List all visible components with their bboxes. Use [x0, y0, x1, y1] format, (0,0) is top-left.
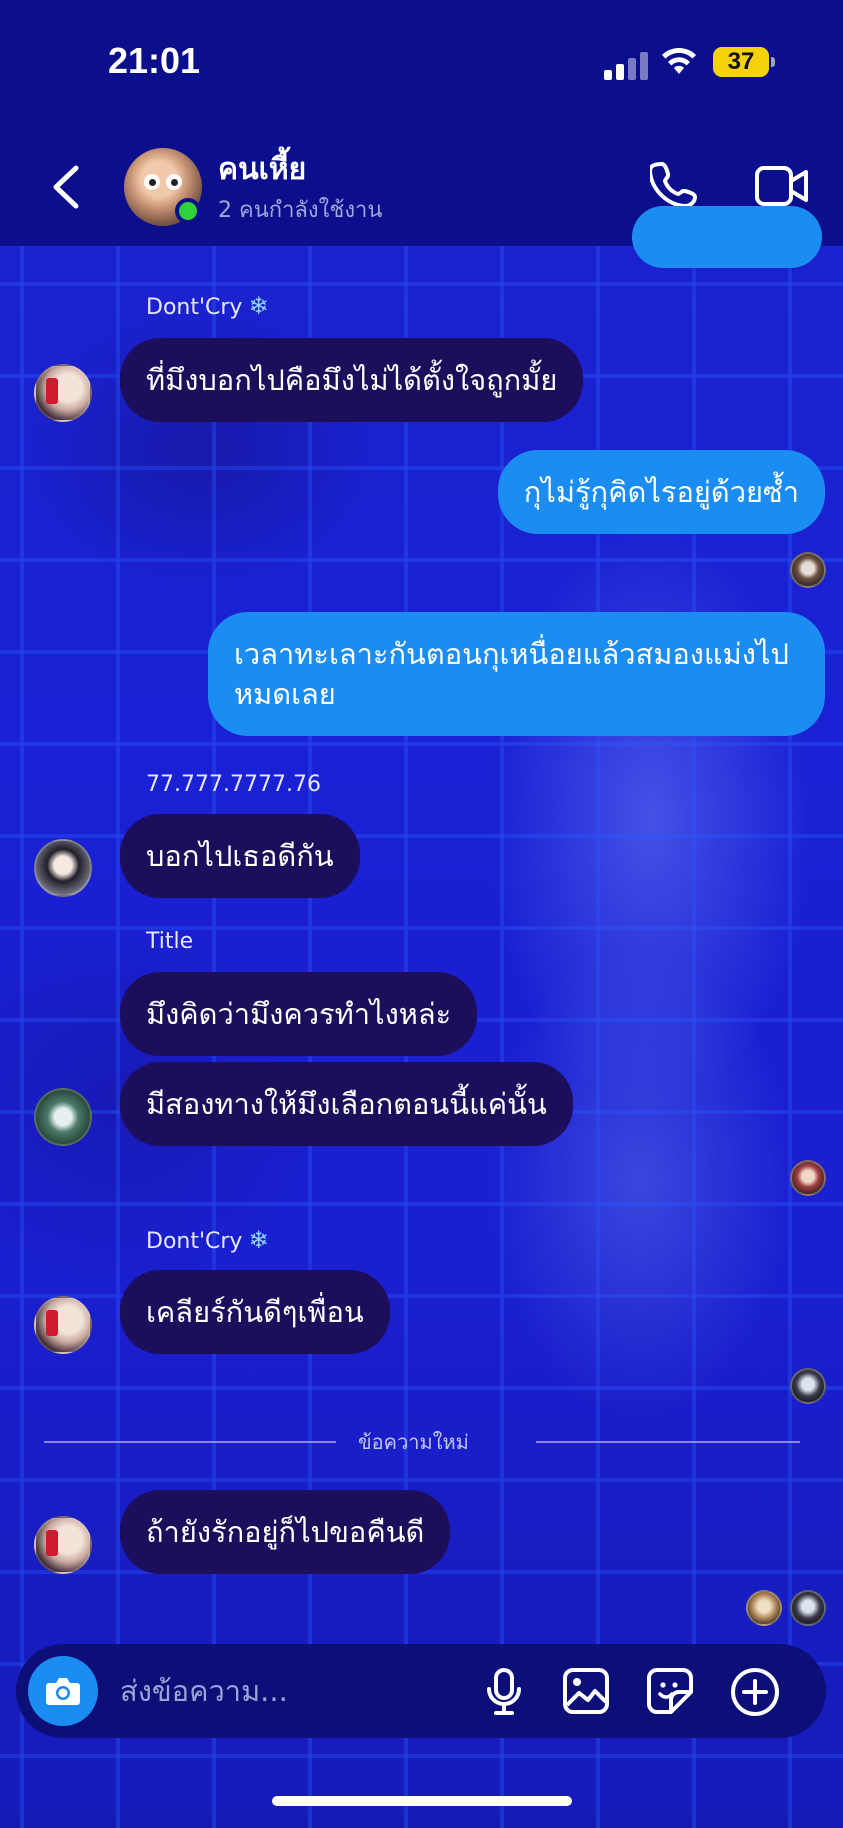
message-input[interactable]: [120, 1666, 460, 1716]
sticker-icon[interactable]: [646, 1667, 694, 1715]
sender-name: Dont'Cry ❄: [146, 292, 269, 320]
wifi-icon: [662, 48, 696, 74]
camera-icon: [46, 1678, 80, 1705]
message-bubble[interactable]: มึงคิดว่ามึงควรทำไงหล่ะ: [120, 972, 478, 1056]
read-receipt-avatar: [790, 1590, 826, 1626]
message-bubble[interactable]: ถ้ายังรักอยู่ก็ไปขอคืนดี: [120, 1490, 451, 1574]
camera-button[interactable]: [28, 1656, 98, 1726]
snowflake-icon: ❄: [248, 292, 269, 320]
message-bubble[interactable]: เคลียร์กันดีๆเพื่อน: [120, 1270, 390, 1354]
sender-avatar[interactable]: [34, 839, 92, 897]
online-indicator: [175, 198, 201, 224]
sender-avatar[interactable]: [34, 1516, 92, 1574]
message-bubble[interactable]: ที่มึงบอกไปคือมึงไม่ได้ตั้งใจถูกมั้ย: [120, 338, 584, 422]
read-receipt-avatar: [790, 552, 826, 588]
back-icon[interactable]: [50, 164, 82, 210]
new-messages-divider-left: [44, 1441, 336, 1443]
sender-avatar[interactable]: [34, 1296, 92, 1354]
new-messages-divider-right: [536, 1441, 800, 1443]
message-composer: [16, 1644, 826, 1738]
status-bar: 21:01 37: [0, 0, 843, 126]
status-time: 21:01: [108, 40, 201, 81]
read-receipt-avatar: [746, 1590, 782, 1626]
battery-icon: 37: [713, 47, 775, 77]
chat-title[interactable]: คนเหี้ย: [218, 146, 306, 193]
message-bubble[interactable]: บอกไปเธอดีกัน: [120, 814, 360, 898]
message-bubble-partial[interactable]: [632, 206, 822, 268]
sender-name: 77.777.7777.76: [146, 772, 321, 797]
microphone-icon[interactable]: [484, 1667, 524, 1715]
new-messages-label: ข้อความใหม่: [358, 1430, 469, 1454]
phone-icon[interactable]: [650, 160, 700, 210]
image-icon[interactable]: [562, 1667, 610, 1715]
message-list[interactable]: Dont'Cry ❄ ที่มึงบอกไปคือมึงไม่ได้ตั้งใจถ…: [0, 206, 843, 1646]
message-bubble[interactable]: มีสองทางให้มึงเลือกตอนนี้แค่นั้น: [120, 1062, 573, 1146]
sender-name: Title: [146, 929, 194, 954]
snowflake-icon: ❄: [248, 1226, 269, 1254]
sender-avatar[interactable]: [34, 364, 92, 422]
read-receipt-avatar: [790, 1160, 826, 1196]
sender-avatar[interactable]: [34, 1088, 92, 1146]
active-count: 2 คนกำลังใช้งาน: [218, 198, 383, 223]
cellular-signal-icon: [604, 50, 648, 80]
plus-icon[interactable]: [730, 1667, 780, 1717]
message-bubble[interactable]: เวลาทะเลาะกันตอนกุเหนื่อยแล้วสมองแม่งไปห…: [208, 612, 825, 736]
message-bubble[interactable]: กุไม่รู้กุคิดไรอยู่ด้วยซ้ำ: [497, 450, 825, 534]
sender-name: Dont'Cry ❄: [146, 1226, 269, 1254]
read-receipt-avatar: [790, 1368, 826, 1404]
video-icon[interactable]: [754, 164, 810, 208]
home-indicator: [272, 1796, 572, 1806]
